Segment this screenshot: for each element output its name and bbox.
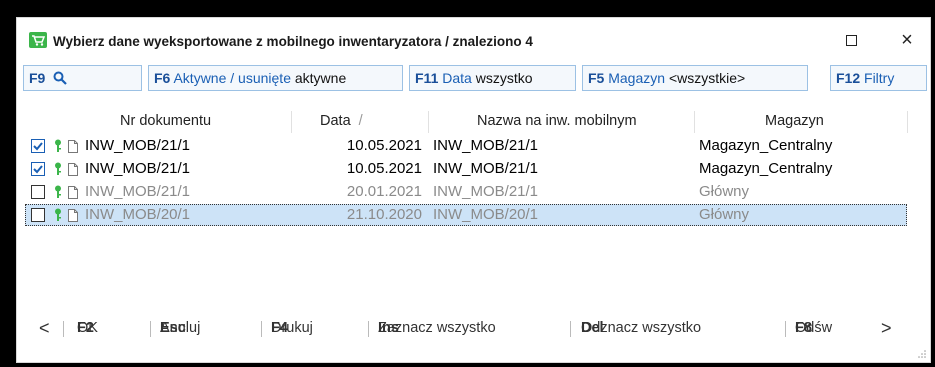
footer-separator: [368, 321, 369, 337]
column-header-warehouse[interactable]: Magazyn: [765, 113, 824, 129]
close-icon: ×: [901, 28, 913, 51]
table-row[interactable]: INW_MOB/21/1 10.05.2021 INW_MOB/21/1 Magazy…: [25, 135, 907, 157]
cell-mobile-name: INW_MOB/20/1: [433, 206, 539, 223]
cell-date: 10.05.2021: [346, 160, 422, 177]
warehouse-filter-value: <wszystkie>: [668, 70, 746, 86]
date-filter-button[interactable]: F11 Data wszystko: [409, 65, 576, 91]
window-title: Wybierz dane wyeksportowane z mobilnego …: [53, 34, 533, 49]
table-row[interactable]: INW_MOB/21/1 20.01.2021 INW_MOB/21/1 Główny: [25, 181, 907, 203]
cell-date: 20.01.2021: [346, 183, 422, 200]
search-button[interactable]: F9: [23, 65, 142, 91]
scroll-left-icon[interactable]: <: [39, 315, 50, 341]
cell-mobile-name: INW_MOB/21/1: [433, 137, 539, 154]
scroll-right-icon[interactable]: >: [881, 315, 892, 341]
active-filter-key: F6: [154, 70, 171, 86]
cell-warehouse: Magazyn_Centralny: [699, 160, 833, 177]
active-filter-value: aktywne: [294, 70, 347, 86]
column-separator[interactable]: [428, 111, 429, 133]
refresh-label: Odśw: [795, 320, 833, 336]
title-bar[interactable]: Wybierz dane wyeksportowane z mobilnego …: [17, 18, 930, 62]
cell-document-number: INW_MOB/21/1: [85, 160, 191, 177]
resize-grip-icon[interactable]: [918, 350, 926, 358]
key-icon: [55, 139, 61, 152]
column-header-doc[interactable]: Nr dokumentu: [120, 113, 211, 129]
dialog-window: Wybierz dane wyeksportowane z mobilnego …: [16, 17, 931, 363]
column-header-name[interactable]: Nazwa na inw. mobilnym: [477, 113, 637, 129]
cell-warehouse: Główny: [699, 206, 750, 223]
cell-document-number: INW_MOB/21/1: [85, 183, 191, 200]
search-key: F9: [29, 70, 46, 86]
row-checkbox[interactable]: [31, 139, 45, 153]
date-filter-label: Data: [442, 70, 472, 86]
column-separator[interactable]: [291, 111, 292, 133]
warehouse-filter-label: Magazyn: [608, 70, 666, 86]
ok-label: OK: [77, 320, 98, 336]
checkmark-icon: [33, 142, 43, 151]
table-row[interactable]: INW_MOB/20/1 21.10.2020 INW_MOB/20/1 Główny: [25, 204, 907, 226]
print-label: Drukuj: [271, 320, 313, 336]
filters-key: F12: [836, 70, 861, 86]
footer-separator: [63, 321, 64, 337]
footer-separator: [570, 321, 571, 337]
cart-icon: [29, 32, 47, 48]
date-filter-value: wszystko: [475, 70, 533, 86]
warehouse-filter-button[interactable]: F5 Magazyn <wszystkie>: [582, 65, 808, 91]
search-icon: [53, 71, 68, 86]
cell-mobile-name: INW_MOB/21/1: [433, 183, 539, 200]
grid-header: Nr dokumentu Data / Nazwa na inw. mobilny…: [25, 111, 912, 133]
close-button[interactable]: ×: [887, 26, 927, 54]
cell-mobile-name: INW_MOB/21/1: [433, 160, 539, 177]
date-filter-key: F11: [415, 70, 439, 86]
footer-separator: [261, 321, 262, 337]
deselect-all-label: Odznacz wszystko: [581, 320, 702, 336]
checkmark-icon: [33, 165, 43, 174]
column-separator[interactable]: [907, 111, 908, 133]
document-icon: [68, 140, 78, 153]
key-icon: [55, 162, 61, 175]
active-deleted-filter-button[interactable]: F6 Aktywne / usunięte aktywne: [148, 65, 403, 91]
cell-warehouse: Magazyn_Centralny: [699, 137, 833, 154]
maximize-button[interactable]: [831, 26, 871, 54]
sort-indicator-icon: /: [358, 113, 363, 129]
documents-grid: Nr dokumentu Data / Nazwa na inw. mobilny…: [25, 111, 912, 296]
filters-button[interactable]: F12 Filtry: [830, 65, 927, 91]
table-row[interactable]: INW_MOB/21/1 10.05.2021 INW_MOB/21/1 Magazy…: [25, 158, 907, 180]
key-icon: [55, 208, 61, 221]
cell-date: 21.10.2020: [346, 206, 422, 223]
column-header-date-label: Data: [320, 113, 351, 129]
warehouse-filter-key: F5: [588, 70, 605, 86]
key-icon: [55, 185, 61, 198]
select-all-label: Zaznacz wszystko: [378, 320, 496, 336]
row-checkbox[interactable]: [31, 185, 45, 199]
row-checkbox[interactable]: [31, 208, 45, 222]
footer-separator: [150, 321, 151, 337]
maximize-icon: [845, 34, 857, 46]
document-icon: [68, 163, 78, 176]
cell-document-number: INW_MOB/20/1: [85, 206, 191, 223]
column-separator[interactable]: [694, 111, 695, 133]
cell-document-number: INW_MOB/21/1: [85, 137, 191, 154]
cell-date: 10.05.2021: [346, 137, 422, 154]
cell-warehouse: Główny: [699, 183, 750, 200]
filters-label: Filtry: [864, 70, 895, 86]
document-icon: [68, 209, 78, 222]
cancel-label: Anuluj: [160, 320, 201, 336]
footer-separator: [785, 321, 786, 337]
footer-action-bar: < F2 OK Esc Anuluj F4 Drukuj Ins Zaznacz…: [29, 315, 919, 341]
row-checkbox[interactable]: [31, 162, 45, 176]
document-icon: [68, 186, 78, 199]
column-header-date[interactable]: Data /: [320, 113, 363, 129]
active-filter-label: Aktywne / usunięte: [173, 70, 291, 86]
filter-toolbar: F9 F6 Aktywne / usunięte aktywne F11 Dat…: [23, 65, 927, 91]
